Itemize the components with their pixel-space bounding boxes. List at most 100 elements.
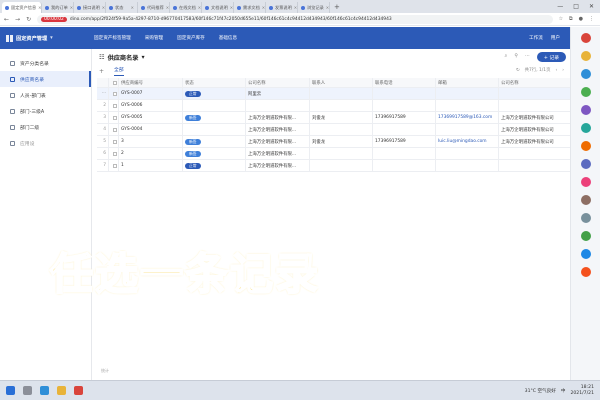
table-cell[interactable] <box>499 100 570 111</box>
table-cell[interactable] <box>109 124 119 135</box>
table-cell[interactable] <box>310 148 373 159</box>
user-link[interactable]: 用户 <box>551 35 560 41</box>
close-icon[interactable]: ✕ <box>326 5 329 10</box>
table-cell[interactable]: 17396917589 <box>373 136 436 147</box>
table-row[interactable]: ··· GYS-0007 正常 阿里云 <box>97 88 570 100</box>
table-cell[interactable] <box>109 136 119 147</box>
table-row[interactable]: 5 3 新签 上海万企明道软件有限... 刘俊龙 17396917589 luic.liu@… <box>97 136 570 148</box>
table-cell[interactable]: 阿里云 <box>246 88 310 99</box>
nav-item[interactable]: 固定资产标签管理 <box>92 35 133 41</box>
app-logo[interactable]: 固定资产管理 ▾ <box>0 34 92 42</box>
next-page-icon[interactable]: › <box>562 68 564 73</box>
extensions-icon[interactable]: ⧉ <box>569 16 573 22</box>
close-icon[interactable]: ✕ <box>230 5 233 10</box>
table-cell[interactable]: 上海万企明道软件有限... <box>246 148 310 159</box>
add-view-icon[interactable]: + <box>99 68 104 75</box>
table-cell[interactable] <box>436 148 499 159</box>
table-cell[interactable]: 17396917589 <box>373 112 436 123</box>
new-tab-icon[interactable]: + <box>334 3 340 11</box>
browser-tab[interactable]: 代码推荐 ✕ <box>138 2 170 13</box>
close-icon[interactable]: ✕ <box>70 5 73 10</box>
table-cell[interactable]: 新签 <box>183 148 246 159</box>
table-cell[interactable]: 上海万企明道软件有限... <box>246 136 310 147</box>
table-cell[interactable]: GYS-0007 <box>119 88 183 99</box>
mail-icon[interactable] <box>580 51 591 61</box>
table-cell[interactable]: luic.liu@mingdao.com <box>436 136 499 147</box>
drive-icon[interactable] <box>580 123 591 133</box>
table-cell[interactable] <box>109 88 119 99</box>
music-icon[interactable] <box>580 177 591 187</box>
table-cell[interactable] <box>436 88 499 99</box>
table-cell[interactable] <box>310 88 373 99</box>
prev-page-icon[interactable]: ‹ <box>555 68 557 73</box>
table-cell[interactable] <box>109 100 119 111</box>
browser-tab[interactable]: 在线文档 ✕ <box>170 2 202 13</box>
table-cell[interactable]: 新签 <box>183 136 246 147</box>
close-icon[interactable]: ✕ <box>262 5 265 10</box>
table-cell[interactable]: 4 <box>97 124 109 135</box>
table-cell[interactable]: 2 <box>97 100 109 111</box>
close-icon[interactable]: ✕ <box>166 5 169 10</box>
close-icon[interactable]: ✕ <box>294 5 297 10</box>
table-cell[interactable] <box>109 112 119 123</box>
map-icon[interactable] <box>580 195 591 205</box>
table-cell[interactable]: 正常 <box>183 88 246 99</box>
browser-tab[interactable]: 需求文档 ✕ <box>234 2 266 13</box>
table-row[interactable]: 7 1 正常 上海万企明道软件有限... <box>97 160 570 172</box>
browser-tab[interactable]: 状态 ✕ <box>106 2 138 13</box>
more-icon[interactable]: ⋯ <box>525 53 530 59</box>
table-cell[interactable]: 上海万企明道软件有限公司 <box>499 136 570 147</box>
notes-icon[interactable] <box>580 105 591 115</box>
table-cell[interactable]: 6 <box>97 148 109 159</box>
photo-icon[interactable] <box>580 141 591 151</box>
maximize-icon[interactable]: □ <box>573 3 579 10</box>
table-cell[interactable]: 1 <box>119 160 183 171</box>
table-cell[interactable]: 上海万企明道软件有限公司 <box>499 112 570 123</box>
table-cell[interactable] <box>109 148 119 159</box>
row-checkbox[interactable] <box>112 163 117 168</box>
refresh-icon[interactable]: ↻ <box>516 68 520 73</box>
close-icon[interactable]: ✕ <box>102 5 105 10</box>
sidebar-item[interactable]: 资产分类名录 <box>0 55 91 71</box>
clock[interactable]: 18:21 2021/7/21 <box>570 385 594 396</box>
edge-icon[interactable] <box>40 386 49 395</box>
table-cell[interactable] <box>499 88 570 99</box>
docs-icon[interactable] <box>580 87 591 97</box>
chrome-icon[interactable] <box>74 386 83 395</box>
search-icon[interactable]: ⌕ <box>505 53 508 59</box>
table-cell[interactable] <box>310 100 373 111</box>
table-cell[interactable]: ··· <box>97 88 109 99</box>
table-cell[interactable]: 新签 <box>183 112 246 123</box>
table-cell[interactable]: GYS-0006 <box>119 100 183 111</box>
table-cell[interactable]: GYS-0005 <box>119 112 183 123</box>
calendar-icon[interactable] <box>580 33 591 43</box>
table-cell[interactable] <box>436 100 499 111</box>
browser-tab[interactable]: 固定资产信息 ✕ <box>2 2 42 13</box>
table-cell[interactable]: 3 <box>97 112 109 123</box>
close-icon[interactable]: ✕ <box>38 5 41 10</box>
table-cell[interactable]: 7 <box>97 160 109 171</box>
table-cell[interactable]: 上海万企明道软件有限公司 <box>499 124 570 135</box>
table-cell[interactable]: 正常 <box>183 160 246 171</box>
table-cell[interactable]: 刘俊龙 <box>310 112 373 123</box>
table-cell[interactable]: 上海万企明道软件有限... <box>246 112 310 123</box>
nav-item[interactable]: 采购管理 <box>143 35 165 41</box>
row-checkbox[interactable] <box>112 115 117 120</box>
table-cell[interactable] <box>183 124 246 135</box>
sidebar-item[interactable]: 供应商名录 <box>0 71 91 87</box>
sidebar-item[interactable]: 人员-部门表 <box>0 87 91 103</box>
add-record-button[interactable]: + 记录 <box>537 52 566 62</box>
menu-icon[interactable]: ⋮ <box>589 16 594 22</box>
meet-icon[interactable] <box>580 249 591 259</box>
settings-icon[interactable] <box>580 213 591 223</box>
column-header[interactable] <box>109 78 119 87</box>
chat-icon[interactable] <box>580 69 591 79</box>
table-cell[interactable]: 上海万企明道软件有限... <box>246 160 310 171</box>
select-all-checkbox[interactable] <box>112 80 117 85</box>
table-row[interactable]: 6 2 新签 上海万企明道软件有限... <box>97 148 570 160</box>
folder-icon[interactable] <box>57 386 66 395</box>
browser-tab[interactable]: 接口说明 ✕ <box>74 2 106 13</box>
table-cell[interactable] <box>373 148 436 159</box>
table-cell[interactable]: 上海万企明道软件有限... <box>246 124 310 135</box>
sidebar-item[interactable]: 部门二级 <box>0 119 91 135</box>
